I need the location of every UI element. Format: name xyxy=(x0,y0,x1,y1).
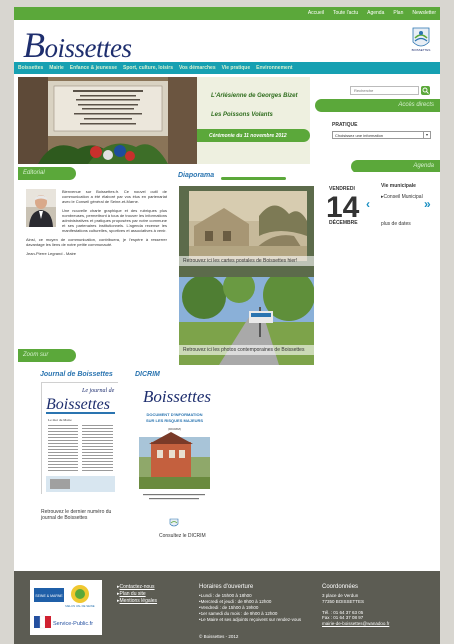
hero-links: L'Arlésienne de Georges Bizet Les Poisso… xyxy=(197,77,310,164)
hero-active-tab[interactable]: Cérémonie du 11 novembre 2012 xyxy=(197,129,310,142)
editorial-text: Bienvenue sur Boissettes.fr. Ce nouvel o… xyxy=(26,189,167,260)
hours-item: 1er samedi du mois : de 9h00 à 12h00 xyxy=(199,611,314,616)
info-select-value: Choisissez une information xyxy=(335,133,384,138)
melun-label: MELUN VAL DE SEINE xyxy=(65,604,95,608)
crest-icon: BOISSETTES xyxy=(412,27,431,52)
editorial-paragraph: Ainsi, ce moyen de communication, contri… xyxy=(26,237,167,247)
partner-logos: SEINE & MARNE MELUN VAL DE SEINE Service… xyxy=(30,580,102,635)
journal-cover-sub: Le mot du Maire xyxy=(48,418,72,422)
topnav-link-plan[interactable]: Plan xyxy=(393,10,403,16)
editorial-paragraph: Bienvenue sur Boissettes.fr. Ce nouvel o… xyxy=(62,189,167,204)
acces-directs-tab: Accès directs xyxy=(315,99,440,112)
search-icon xyxy=(422,87,429,94)
site-header: Boissettes BOISSETTES xyxy=(14,20,440,65)
service-public-label[interactable]: Service-Public.fr xyxy=(53,621,93,627)
nav-item-sport[interactable]: Sport, culture, loisirs xyxy=(123,65,173,71)
dicrim-cover[interactable]: Boissettes DOCUMENT D'INFORMATION SUR LE… xyxy=(135,382,214,509)
journal-cover[interactable]: Le journal de Boissettes Le mot du Maire xyxy=(41,382,119,495)
dicrim-caption: Consultez le DICRIM xyxy=(159,533,206,539)
agenda-event[interactable]: Conseil Municipal xyxy=(381,194,423,200)
editorial-panel: Editorial Bienvenue sur Boissettes.fr. C… xyxy=(18,167,171,345)
search-box xyxy=(350,86,419,95)
chevron-down-icon: ▾ xyxy=(423,132,430,138)
page: Accueil Toute l'actu Agenda Plan Newslet… xyxy=(14,7,440,644)
info-select[interactable]: Choisissez une information ▾ xyxy=(332,131,431,139)
agenda-prev-icon[interactable]: ‹ xyxy=(366,197,370,211)
hero-photo[interactable] xyxy=(18,77,197,164)
copyright: © Boissettes - 2012 xyxy=(199,634,239,639)
dicrim-cover-sub: (DICRIM) xyxy=(168,427,181,431)
diaporama-rule xyxy=(221,177,286,180)
hero-tab-label: Cérémonie du 11 novembre 2012 xyxy=(209,133,287,139)
hero-link-arlesienne[interactable]: L'Arlésienne de Georges Bizet xyxy=(211,93,297,99)
dicrim-cover-logo: Boissettes xyxy=(143,387,211,406)
diaporama-photo-contemporary[interactable]: Retrouvez ici les photos contemporaines … xyxy=(179,277,314,365)
agenda-next-icon[interactable]: » xyxy=(424,197,431,211)
nav-item-demarches[interactable]: Vos démarches xyxy=(179,65,216,71)
editorial-signature: Jean-Pierre Legrand - Maire xyxy=(26,251,77,256)
site-logo[interactable]: Boissettes xyxy=(23,24,132,66)
editorial-paragraph: Une nouvelle charte graphique et des rub… xyxy=(62,208,167,233)
journal-title[interactable]: Journal de Boissettes xyxy=(40,371,113,378)
logo-initial: B xyxy=(23,25,45,65)
nav-item-mairie[interactable]: Mairie xyxy=(49,65,63,71)
topnav-link-agenda[interactable]: Agenda xyxy=(367,10,384,16)
nav-item-enfance[interactable]: Enfance & jeunesse xyxy=(70,65,117,71)
diaporama-caption-2: Retrouvez ici les photos contemporaines … xyxy=(179,345,314,355)
journal-cover-big-text: Boissettes xyxy=(46,396,110,413)
agenda-category: Vie municipale xyxy=(381,183,416,189)
crest-label: BOISSETTES xyxy=(412,48,431,52)
journal-caption: Retrouvez le dernier numéro du journal d… xyxy=(41,509,112,521)
agenda-more-link[interactable]: plus de dates xyxy=(381,221,411,227)
zoom-tab-label: Zoom sur xyxy=(23,352,49,358)
nav-item-boissettes[interactable]: Boissettes xyxy=(18,65,43,71)
footer-links: Contactez-nous Plan du site Mentions lég… xyxy=(117,584,158,604)
coords-list: 3 place de Verdun 77350 BOISSETTES Tél. … xyxy=(322,593,389,626)
hero-link-poissons[interactable]: Les Poissons Volants xyxy=(211,112,273,118)
site-footer: SEINE & MARNE MELUN VAL DE SEINE Service… xyxy=(14,571,440,644)
topnav-link-actu[interactable]: Toute l'actu xyxy=(333,10,358,16)
nav-item-environnement[interactable]: Environnement xyxy=(256,65,292,71)
logo-rest: oissettes xyxy=(44,33,133,63)
zoom-panel: Zoom sur xyxy=(18,349,171,362)
coords-title: Coordonnées xyxy=(322,584,359,590)
seine-marne-label: SEINE & MARNE xyxy=(35,594,63,598)
zoom-tab: Zoom sur xyxy=(18,349,76,362)
acces-directs-label: Accès directs xyxy=(398,102,434,108)
dicrim-crest-icon xyxy=(169,518,179,527)
hours-list: Lundi : de 15h00 à 18h00 Mercredi et jeu… xyxy=(199,593,314,622)
agenda-widget: VENDREDI 14 ‹ DÉCEMBRE Vie municipale Co… xyxy=(314,172,440,267)
coords-email[interactable]: mairie-de-boissettes@wanadoo.fr xyxy=(322,621,389,627)
pratique-label: PRATIQUE xyxy=(332,122,358,128)
hours-item: Lundi : de 15h00 à 18h00 xyxy=(199,593,314,598)
footer-link-plan[interactable]: Plan du site xyxy=(117,591,157,597)
diaporama-photo-postcards[interactable]: Retrouvez ici les cartes postales de Boi… xyxy=(179,186,314,277)
nav-item-vie-pratique[interactable]: Vie pratique xyxy=(222,65,251,71)
agenda-tab-label: Agenda xyxy=(413,163,434,169)
dicrim-title[interactable]: DICRIM xyxy=(135,371,160,378)
footer-link-mentions[interactable]: Mentions légales xyxy=(117,598,158,604)
top-nav: Accueil Toute l'actu Agenda Plan Newslet… xyxy=(14,7,440,20)
diaporama-title: Diaporama xyxy=(178,172,215,179)
search-button[interactable] xyxy=(421,86,430,95)
diaporama-caption-1: Retrouvez ici les cartes postales de Boi… xyxy=(179,256,314,266)
hours-item: Vendredi : de 15h00 à 19h00 xyxy=(199,605,314,610)
dicrim-cover-heading-1: DOCUMENT D'INFORMATION xyxy=(147,412,203,417)
editorial-tab-label: Editorial xyxy=(23,170,45,176)
agenda-month: DÉCEMBRE xyxy=(329,220,358,226)
footer-link-contact[interactable]: Contactez-nous xyxy=(117,584,157,590)
hours-item: Le Maire et ses adjoints reçoivent sur r… xyxy=(199,617,314,622)
journal-cover-small-text: Le journal de xyxy=(81,388,115,394)
main-nav: Boissettes Mairie Enfance & jeunesse Spo… xyxy=(14,62,440,74)
topnav-link-accueil[interactable]: Accueil xyxy=(308,10,324,16)
search-input[interactable] xyxy=(351,87,418,94)
hours-title: Horaires d'ouverture xyxy=(199,584,254,590)
dicrim-cover-heading-2: SUR LES RISQUES MAJEURS xyxy=(146,418,203,423)
editorial-tab: Editorial xyxy=(18,167,76,180)
topnav-link-newsletter[interactable]: Newsletter xyxy=(412,10,436,16)
hours-item: Mercredi et jeudi : de 9h00 à 12h00 xyxy=(199,599,314,604)
